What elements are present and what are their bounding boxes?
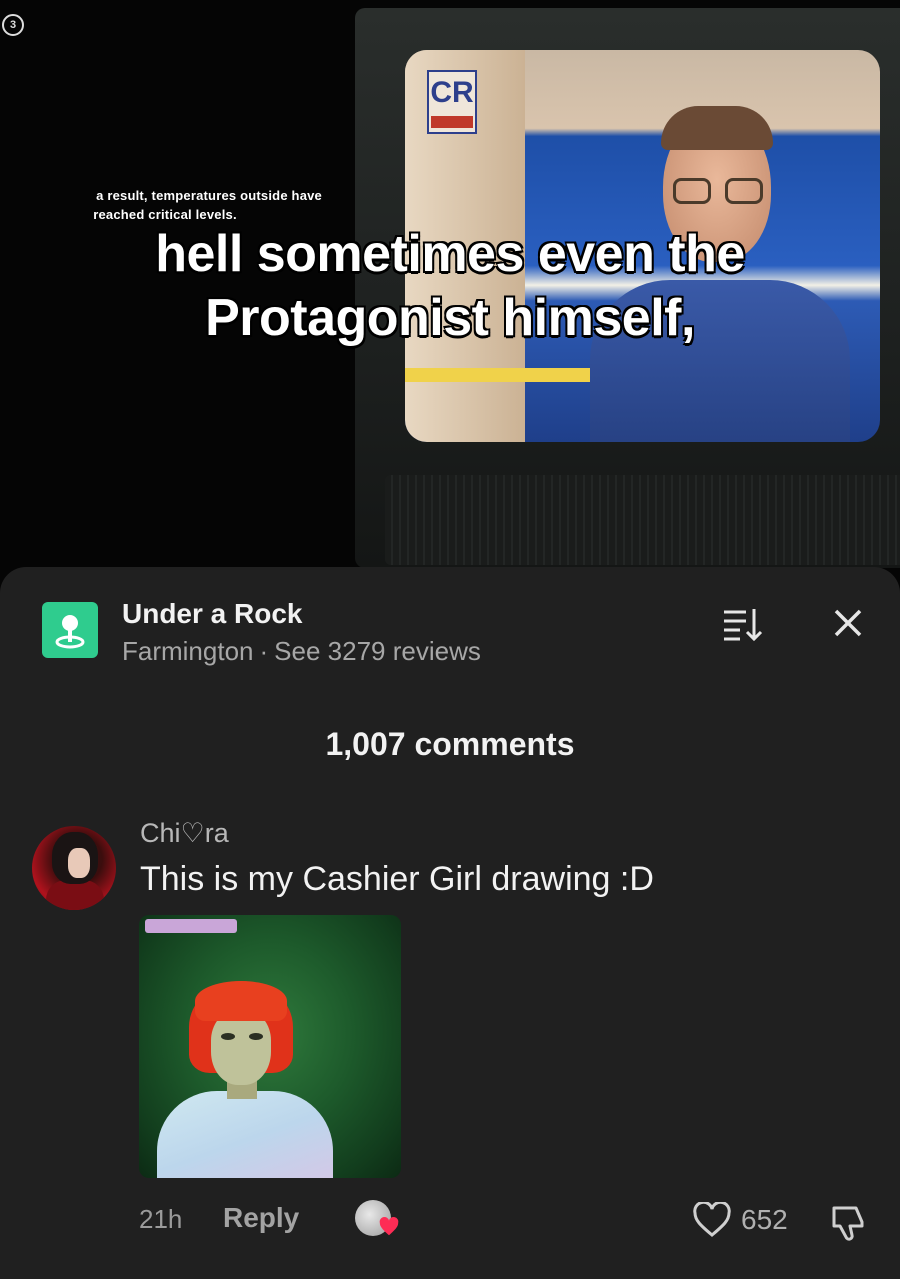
video-player[interactable]: 3 CR a result, temperatures outside have… — [0, 0, 900, 590]
avatar[interactable] — [32, 826, 116, 910]
separator: · — [259, 636, 269, 666]
heart-icon[interactable] — [692, 1202, 732, 1238]
watermark-icon: 3 — [2, 14, 24, 36]
screen-stripe — [405, 368, 615, 382]
comment-time: 21h — [139, 1204, 183, 1234]
video-caption-line1: hell sometimes even the — [155, 225, 745, 283]
reviews-link[interactable]: See 3279 reviews — [274, 636, 481, 666]
creator-heart-icon — [379, 1217, 399, 1236]
place-title[interactable]: Under a Rock — [122, 598, 303, 630]
close-icon — [834, 609, 862, 637]
map-pin-icon[interactable] — [42, 602, 98, 658]
news-anchor-glasses — [673, 178, 763, 206]
video-caption: hell sometimes even the Protagonist hims… — [70, 222, 830, 350]
close-button[interactable] — [828, 603, 868, 643]
tv-station-logo-band — [431, 116, 473, 128]
tv-station-logo-text: CR — [430, 76, 474, 109]
comments-sheet — [0, 567, 900, 1279]
drawing-watermark — [145, 919, 237, 933]
video-caption-line2: Protagonist himself, — [205, 289, 695, 347]
comment-image[interactable] — [139, 915, 401, 1178]
tv-base — [385, 475, 900, 565]
news-anchor-hair — [661, 106, 773, 150]
dislike-icon[interactable] — [828, 1202, 868, 1242]
sort-button[interactable] — [720, 603, 764, 643]
like-count: 652 — [741, 1204, 788, 1235]
video-subtitle: a result, temperatures outside have reac… — [0, 186, 330, 224]
tv-station-logo: CR — [427, 70, 477, 134]
sort-icon — [724, 609, 763, 642]
place-location: Farmington — [122, 636, 254, 666]
comment-username[interactable]: Chi♡ra — [140, 818, 229, 849]
comment-text: This is my Cashier Girl drawing :D — [140, 860, 654, 898]
video-subtitle-line1: a result, temperatures outside have — [96, 188, 322, 203]
place-subtitle[interactable]: Farmington · See 3279 reviews — [122, 636, 481, 667]
comments-count: 1,007 comments — [325, 726, 575, 762]
reply-button[interactable]: Reply — [223, 1202, 299, 1234]
